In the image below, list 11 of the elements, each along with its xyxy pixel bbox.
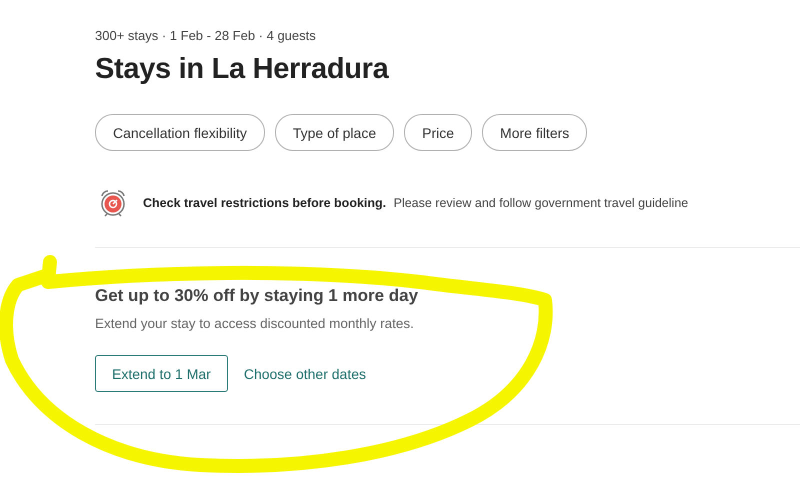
extend-button[interactable]: Extend to 1 Mar bbox=[95, 355, 228, 392]
travel-notice: Check travel restrictions before booking. Please review and follow government travel guideline bbox=[143, 196, 688, 210]
choose-dates-link[interactable]: Choose other dates bbox=[244, 366, 366, 382]
filter-chip[interactable]: Price bbox=[404, 114, 472, 151]
filter-chip[interactable]: Cancellation flexibility bbox=[95, 114, 265, 151]
search-summary: 300+ stays · 1 Feb - 28 Feb · 4 guests bbox=[95, 28, 317, 43]
page-title: Stays in La Herradura bbox=[95, 53, 390, 86]
filter-chip[interactable]: More filters bbox=[482, 114, 588, 151]
filter-chip[interactable]: Type of place bbox=[274, 114, 394, 151]
promo-text: Extend your stay to access discounted monthly rates. bbox=[95, 316, 415, 331]
promo-heading: Get up to 30% off by staying 1 more day bbox=[95, 286, 420, 306]
